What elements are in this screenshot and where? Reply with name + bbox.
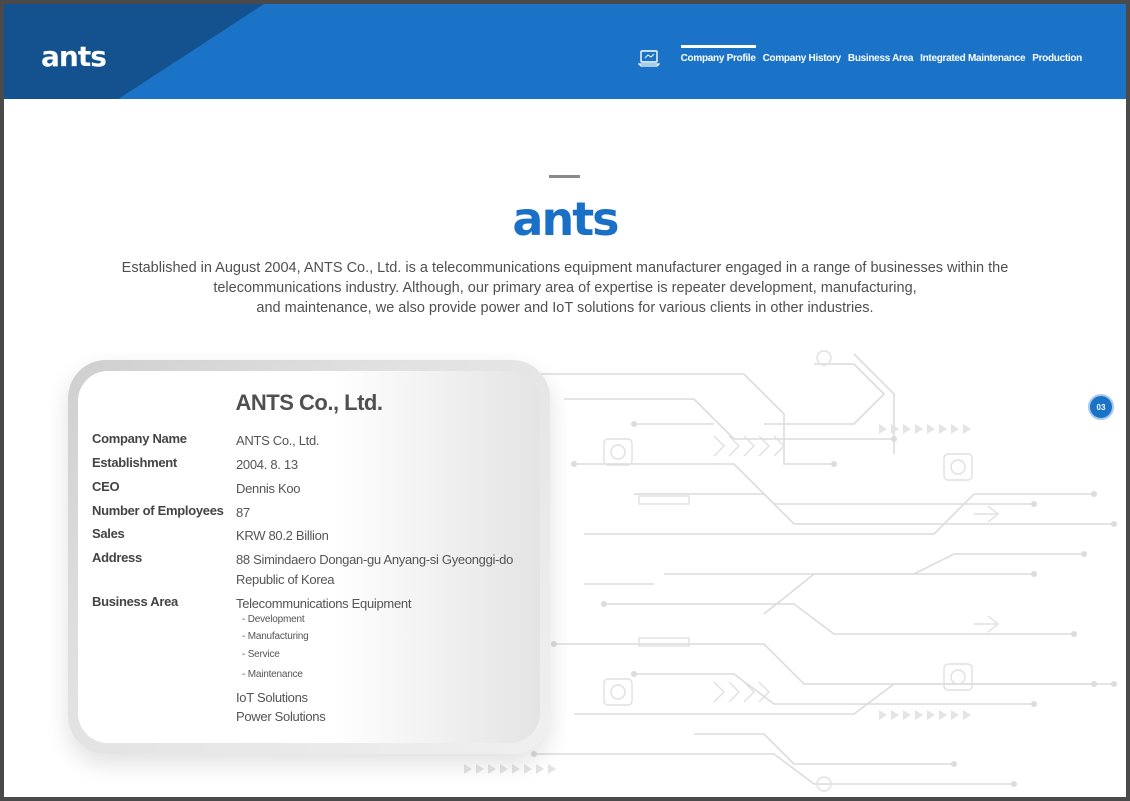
business-extra-item: Power Solutions: [236, 709, 326, 724]
intro-text: Established in August 2004, ANTS Co., Lt…: [84, 258, 1046, 318]
intro-line-3: and maintenance, we also provide power a…: [256, 300, 874, 316]
page: ants Company Profile Company History Bus…: [4, 4, 1126, 797]
company-card-title: ANTS Co., Ltd.: [235, 390, 383, 415]
header-logo[interactable]: ants: [41, 40, 107, 73]
info-value: 2004. 8. 13: [236, 457, 298, 472]
laptop-icon[interactable]: [638, 49, 660, 67]
nav-company-profile[interactable]: Company Profile: [680, 45, 756, 64]
nav-integrated-maintenance[interactable]: Integrated Maintenance: [920, 48, 1025, 64]
ants-logo: ants: [512, 192, 619, 246]
nav-business-area[interactable]: Business Area: [848, 48, 914, 64]
info-value: 87: [236, 505, 250, 520]
business-sub-item: - Manufacturing: [242, 631, 309, 642]
info-key: Establishment: [92, 455, 177, 470]
page-number-badge: 03: [1088, 394, 1114, 420]
business-extra-item: IoT Solutions: [236, 690, 308, 705]
intro-line-1: Established in August 2004, ANTS Co., Lt…: [121, 260, 1009, 276]
info-value: 88 Simindaero Dongan-gu Anyang-si Gyeong…: [236, 552, 514, 567]
info-value: Dennis Koo: [236, 481, 301, 496]
business-sub-item: - Maintenance: [242, 669, 303, 680]
info-key: Business Area: [92, 594, 178, 609]
info-value: KRW 80.2 Billion: [236, 528, 329, 543]
info-value: Telecommunications Equipment: [236, 596, 412, 611]
business-sub-item: - Development: [242, 614, 305, 625]
info-key: Company Name: [92, 431, 187, 446]
section-divider: [549, 175, 580, 178]
info-key: Number of Employees: [92, 503, 224, 518]
nav-company-history[interactable]: Company History: [763, 48, 842, 64]
info-value: ANTS Co., Ltd.: [236, 433, 320, 448]
info-value: Republic of Korea: [236, 572, 335, 587]
main-nav: Company Profile Company History Business…: [674, 45, 1082, 64]
business-sub-item: - Service: [242, 649, 280, 660]
nav-production[interactable]: Production: [1032, 48, 1082, 64]
info-key: Address: [92, 550, 142, 565]
intro-line-2: telecommunications industry. Although, o…: [213, 280, 917, 296]
header: ants Company Profile Company History Bus…: [4, 4, 1126, 99]
info-key: Sales: [92, 526, 125, 541]
info-key: CEO: [92, 479, 120, 494]
